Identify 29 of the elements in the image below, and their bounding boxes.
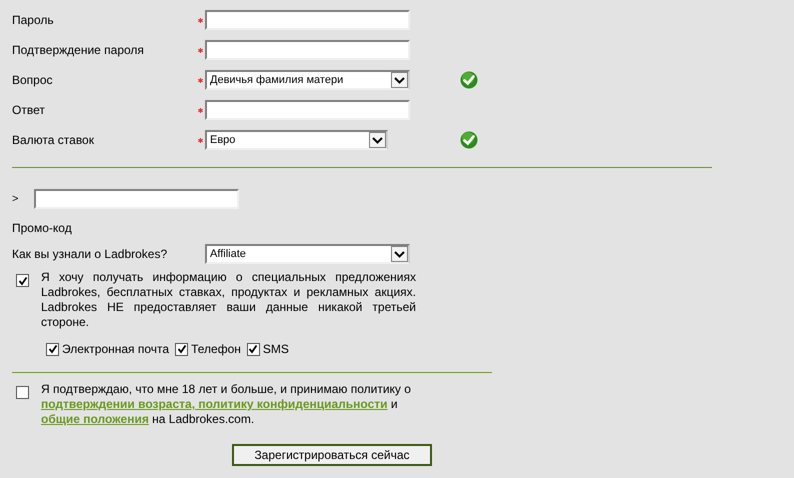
caret-icon — [372, 136, 383, 144]
consent-text: Я подтверждаю, что мне 18 лет и больше, и принимаю политику о подтверждении возраста, политику конфиденциальности и общие положения на Ladbrokes.com. — [41, 382, 412, 427]
dropdown[interactable]: Девичья фамилия матери — [205, 70, 410, 90]
field-label: Как вы узнали о Ladbrokes? — [12, 247, 168, 261]
input-field[interactable] — [205, 10, 410, 30]
checkbox[interactable] — [246, 342, 260, 356]
checkbox[interactable] — [46, 342, 59, 356]
checkbox[interactable] — [16, 386, 29, 399]
checkbox[interactable] — [175, 342, 188, 356]
caret-icon — [394, 250, 405, 258]
dropdown[interactable]: Евро — [205, 130, 388, 150]
register-button[interactable]: Зарегистрироваться сейчас — [232, 444, 432, 466]
dropdown[interactable]: Affiliate — [205, 244, 410, 264]
prompt-sign: > — [12, 193, 20, 205]
input-field[interactable] — [205, 40, 410, 60]
marketing-text: Я хочу получать информацию о специальных предложениях Ladbrokes, бесплатных ставках, продуктах и рекламных акциях. Ladbrokes НЕ предоставляет ваши данные никакой третьей стороне. — [41, 270, 416, 330]
checkbox-label: SMS — [262, 342, 289, 356]
caret-icon — [394, 76, 405, 84]
field-label: Пароль — [12, 13, 55, 27]
field-label: Валюта ставок — [12, 133, 95, 147]
checkbox-label: Телефон — [191, 342, 241, 356]
field-label: Ответ — [12, 103, 46, 117]
checkbox-label: Электронная почта — [62, 342, 170, 356]
field-label: Подтверждение пароля — [12, 43, 145, 57]
checkbox[interactable] — [16, 274, 29, 287]
promo-code-field[interactable] — [34, 189, 239, 209]
field-label: Вопрос — [12, 73, 54, 87]
field-label: Промо-код — [11, 221, 73, 235]
input-field[interactable] — [205, 100, 410, 120]
